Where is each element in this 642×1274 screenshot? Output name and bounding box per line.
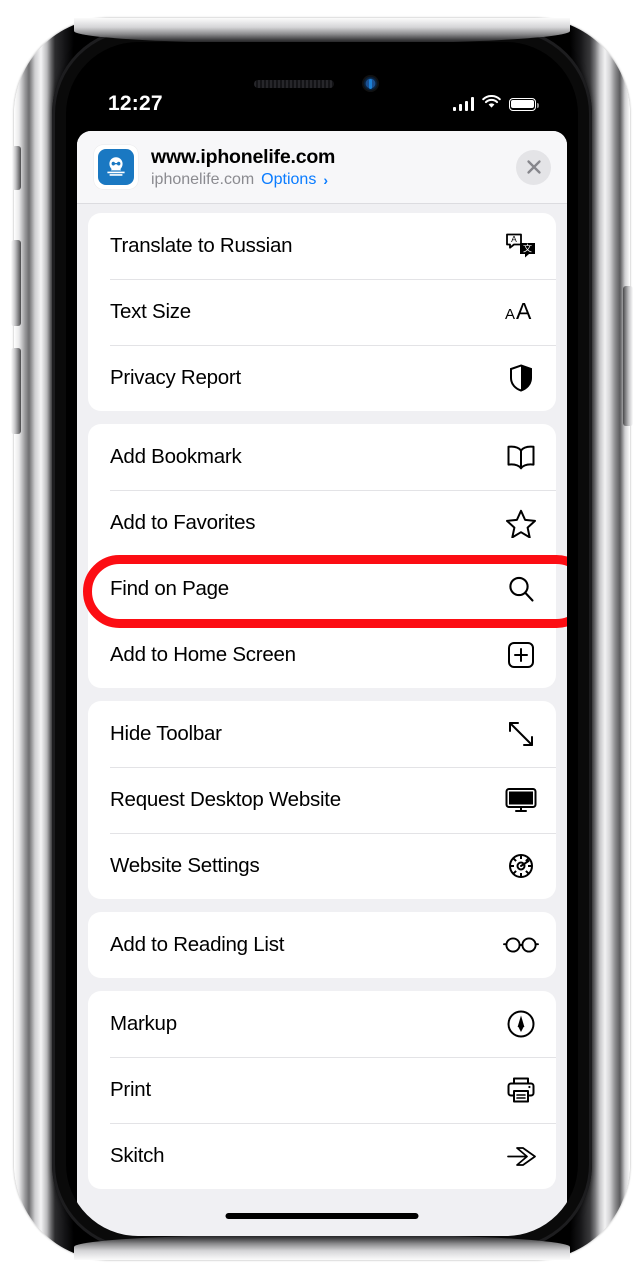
group-actions: Markup Print Skitch [88,991,556,1189]
text-size-icon: A A [503,299,539,325]
share-sheet-site-info: www.iphonelife.com iphonelife.com Option… [151,146,503,189]
power-button[interactable] [623,286,633,426]
expand-arrows-icon [503,720,539,748]
status-bar-icons [452,94,540,114]
shield-icon [503,364,539,392]
translate-icon: A 文 [503,232,539,260]
desktop-icon [503,787,539,813]
wifi-icon [482,94,501,114]
menu-item-add-to-reading-list[interactable]: Add to Reading List [88,912,556,978]
menu-item-label: Skitch [110,1144,165,1167]
mute-switch-button[interactable] [12,146,21,190]
volume-down-button[interactable] [11,348,21,434]
menu-item-label: Text Size [110,300,191,323]
close-button[interactable] [516,149,551,185]
status-bar-clock: 12:27 [108,92,163,115]
menu-item-hide-toolbar[interactable]: Hide Toolbar [88,701,556,767]
options-button[interactable]: Options [261,171,316,189]
menu-item-markup[interactable]: Markup [88,991,556,1057]
group-reading: Add to Reading List [88,912,556,978]
volume-up-button[interactable] [11,240,21,326]
status-bar: 12:27 [66,86,578,122]
svg-text:A: A [511,234,517,244]
svg-text:A: A [516,299,532,324]
signal-bars-icon [452,97,474,111]
menu-item-label: Add to Home Screen [110,643,296,666]
menu-item-label: Translate to Russian [110,234,293,257]
plus-square-icon [503,641,539,669]
menu-item-add-bookmark[interactable]: Add Bookmark [88,424,556,490]
chevron-right-icon: › [323,171,328,188]
page-subtitle-row: iphonelife.com Options › [151,171,503,189]
menu-item-skitch[interactable]: Skitch [88,1123,556,1189]
share-sheet-header: www.iphonelife.com iphonelife.com Option… [77,131,567,204]
phone-screen: 12:27 www.iphonelife.com iphonelife.com … [66,42,578,1236]
markup-pen-icon [503,1010,539,1038]
favicon-container [94,145,138,189]
group-page-tools: Translate to Russian A 文 Text Size A A P… [88,213,556,411]
iphonelife-favicon [98,149,134,185]
book-icon [503,444,539,470]
close-icon [526,160,541,174]
device-top-chrome-edge [74,18,570,44]
star-icon [503,509,539,538]
skitch-icon [503,1144,539,1168]
menu-item-website-settings[interactable]: Website Settings [88,833,556,899]
menu-item-label: Add to Favorites [110,511,256,534]
page-title: www.iphonelife.com [151,145,336,168]
printer-icon [503,1076,539,1104]
menu-item-label: Find on Page [110,577,229,600]
menu-item-label: Add to Reading List [110,933,285,956]
share-sheet: www.iphonelife.com iphonelife.com Option… [77,131,567,1236]
menu-item-print[interactable]: Print [88,1057,556,1123]
menu-item-label: Add Bookmark [110,445,242,468]
gear-icon [503,851,539,881]
iphone-device-frame: 12:27 www.iphonelife.com iphonelife.com … [11,18,633,1260]
group-bookmarks: Add Bookmark Add to Favorites Find on Pa… [88,424,556,688]
menu-item-label: Markup [110,1012,177,1035]
menu-item-add-to-home-screen[interactable]: Add to Home Screen [88,622,556,688]
svg-text:A: A [505,306,515,323]
menu-item-label: Privacy Report [110,366,241,389]
menu-item-privacy-report[interactable]: Privacy Report [88,345,556,411]
home-indicator[interactable] [225,1213,419,1219]
menu-item-label: Website Settings [110,854,260,877]
page-domain: iphonelife.com [151,170,255,188]
svg-text:文: 文 [523,243,532,255]
menu-item-text-size[interactable]: Text Size A A [88,279,556,345]
share-sheet-groups: Translate to Russian A 文 Text Size A A P… [77,204,567,1189]
device-bottom-chrome-edge [74,1234,570,1260]
search-icon [503,575,539,603]
menu-item-translate[interactable]: Translate to Russian A 文 [88,213,556,279]
menu-item-add-to-favorites[interactable]: Add to Favorites [88,490,556,556]
glasses-icon [503,935,539,955]
menu-item-find-on-page[interactable]: Find on Page [88,556,556,622]
menu-item-request-desktop-website[interactable]: Request Desktop Website [88,767,556,833]
menu-item-label: Print [110,1078,151,1101]
battery-full-icon [509,97,540,111]
group-view: Hide Toolbar Request Desktop Website Web… [88,701,556,899]
menu-item-label: Request Desktop Website [110,788,341,811]
menu-item-label: Hide Toolbar [110,722,222,745]
